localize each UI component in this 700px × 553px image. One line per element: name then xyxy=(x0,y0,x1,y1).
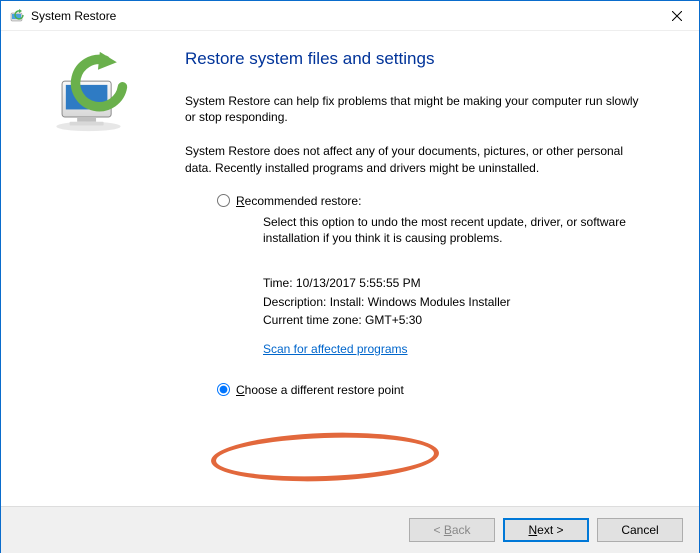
recommended-restore-option[interactable]: Recommended restore: xyxy=(217,194,665,208)
close-button[interactable] xyxy=(654,1,699,31)
next-button[interactable]: Next > xyxy=(503,518,589,542)
main-panel: Restore system files and settings System… xyxy=(175,31,699,506)
close-icon xyxy=(672,11,682,21)
back-button: < Back xyxy=(409,518,495,542)
titlebar: System Restore xyxy=(1,1,699,31)
content-area: Restore system files and settings System… xyxy=(1,31,699,506)
recommended-label: Recommended restore: xyxy=(236,194,361,208)
restore-time: Time: 10/13/2017 5:55:55 PM xyxy=(263,274,665,293)
different-radio[interactable] xyxy=(217,383,230,396)
intro-paragraph-1: System Restore can help fix problems tha… xyxy=(185,93,645,125)
recommended-radio[interactable] xyxy=(217,194,230,207)
intro-paragraph-2: System Restore does not affect any of yo… xyxy=(185,143,645,175)
wizard-footer: < Back Next > Cancel xyxy=(1,506,699,553)
system-restore-icon xyxy=(9,8,25,24)
page-heading: Restore system files and settings xyxy=(185,49,665,69)
titlebar-title: System Restore xyxy=(31,9,654,23)
scan-affected-programs-link[interactable]: Scan for affected programs xyxy=(263,340,408,359)
cancel-button[interactable]: Cancel xyxy=(597,518,683,542)
wizard-sidebar xyxy=(1,31,175,506)
restore-point-details: Time: 10/13/2017 5:55:55 PM Description:… xyxy=(263,274,665,358)
different-restore-option[interactable]: Choose a different restore point xyxy=(217,383,665,397)
restore-description: Description: Install: Windows Modules In… xyxy=(263,293,665,312)
restore-options-group: Recommended restore: Select this option … xyxy=(217,194,665,397)
system-restore-wizard-icon xyxy=(41,49,136,134)
recommended-description: Select this option to undo the most rece… xyxy=(263,214,653,246)
restore-timezone: Current time zone: GMT+5:30 xyxy=(263,311,665,330)
different-label: Choose a different restore point xyxy=(236,383,404,397)
